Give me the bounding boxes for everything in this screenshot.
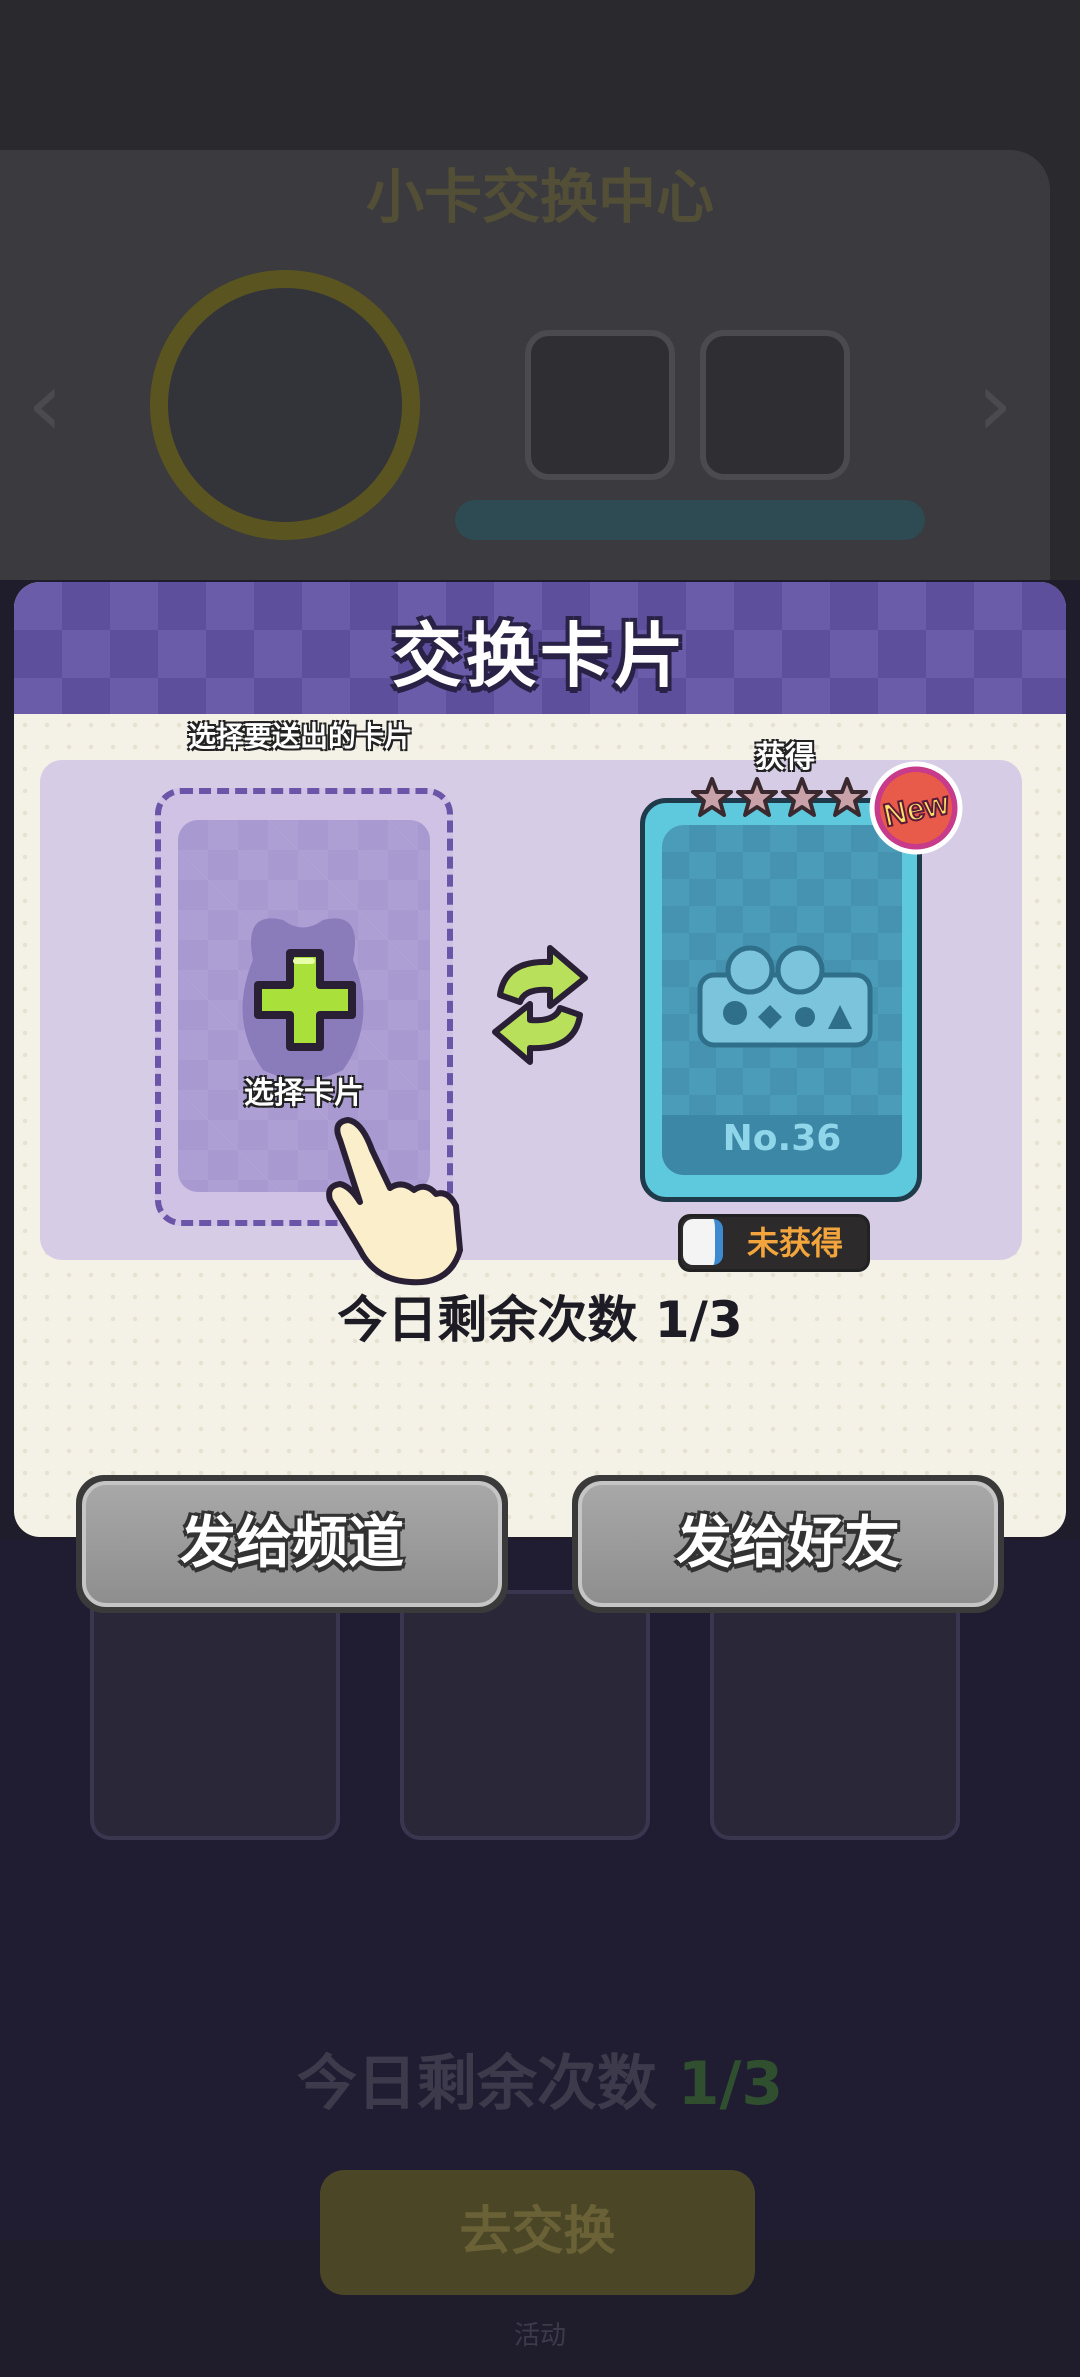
select-card-label: 选择卡片 — [244, 1076, 364, 1111]
collection-status-icon — [683, 1219, 723, 1265]
plus-icon[interactable] — [250, 945, 360, 1055]
card-status: 未获得 — [746, 1224, 843, 1262]
dialog-title: 交换卡片 — [392, 615, 688, 697]
background-card — [525, 330, 675, 480]
send-to-channel-label: 发给频道 — [82, 1481, 502, 1607]
background-card-slot — [710, 1590, 960, 1840]
give-caption: 选择要送出的卡片 — [187, 720, 412, 753]
prev-arrow-icon: ‹ — [27, 352, 63, 457]
send-to-friend-button[interactable]: 发给好友 — [572, 1475, 1004, 1613]
background-title: 小卡交换中心 — [365, 163, 714, 231]
background-card-slot — [90, 1590, 340, 1840]
background-avatar — [150, 270, 420, 540]
pointing-hand-icon — [326, 1117, 463, 1286]
background-remaining-label: 今日剩余次数 — [296, 2049, 657, 2119]
send-to-channel-button[interactable]: 发给频道 — [76, 1475, 508, 1613]
background-card-slot — [400, 1590, 650, 1840]
card-logo-icon — [697, 945, 873, 1048]
background-footer: 活动 — [513, 2321, 566, 2351]
star-rating — [691, 777, 868, 817]
remaining-count: 今日剩余次数 1/3 — [337, 1291, 743, 1349]
receive-caption: 获得 — [755, 740, 815, 775]
background-card — [700, 330, 850, 480]
background-exchange-button: 去交换 — [320, 2170, 755, 2295]
send-to-friend-label: 发给好友 — [578, 1481, 998, 1607]
next-arrow-icon: › — [977, 352, 1013, 457]
swap-arrows-icon — [492, 945, 588, 1065]
card-number: No.36 — [722, 1118, 842, 1159]
background-remaining-value: 1/3 — [677, 2049, 784, 2119]
new-badge: New — [869, 761, 963, 855]
background-progress-bar — [455, 500, 925, 540]
background-remaining: 今日剩余次数 1/3 — [0, 2035, 1080, 2119]
